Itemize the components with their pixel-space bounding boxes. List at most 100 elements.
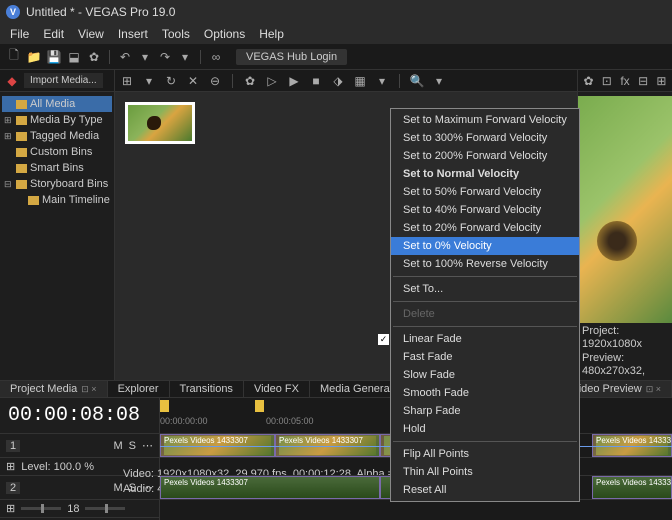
main-toolbar: 🗋 📁 💾 ⬓ ✿ ↶ ▾ ↷ ▾ ∞ VEGAS Hub Login — [0, 44, 672, 70]
ctx-smooth-fade[interactable]: Smooth Fade — [391, 384, 579, 402]
tab-video-fx[interactable]: Video FX — [244, 381, 310, 397]
expand-icon[interactable]: ⊞ — [4, 131, 13, 142]
ctx-linear-fade[interactable]: Linear Fade — [391, 330, 579, 348]
chevron-down-icon[interactable]: ▾ — [141, 73, 157, 89]
track-number: 2 — [6, 482, 20, 494]
ctx-sharp-fade[interactable]: Sharp Fade — [391, 402, 579, 420]
marker[interactable] — [160, 400, 169, 412]
ctx-300-forward[interactable]: Set to 300% Forward Velocity — [391, 129, 579, 147]
close-icon[interactable]: ⊡ × — [646, 384, 661, 395]
more-icon[interactable]: ⋯ — [142, 439, 153, 452]
timecode-display[interactable]: 00:00:08:08 — [0, 398, 159, 434]
video-track-header[interactable]: 1 M S ⋯ — [0, 434, 159, 458]
tree-storyboard-bins[interactable]: ⊟Storyboard Bins — [2, 176, 112, 192]
settings-icon[interactable]: ✿ — [582, 73, 595, 89]
render-icon[interactable]: ⬓ — [66, 49, 82, 65]
ctx-set-to[interactable]: Set To... — [391, 280, 579, 298]
save-icon[interactable]: 💾 — [46, 49, 62, 65]
collapse-icon[interactable]: ⊟ — [4, 179, 13, 190]
menu-file[interactable]: File — [4, 25, 35, 43]
expand-icon[interactable]: ⊞ — [6, 502, 15, 515]
ctx-20-forward[interactable]: Set to 20% Forward Velocity — [391, 219, 579, 237]
fx-icon[interactable]: ⬗ — [330, 73, 346, 89]
project-tree-panel: ◆ Import Media... All Media ⊞Media By Ty… — [0, 70, 115, 380]
checkbox-icon[interactable]: ✓ — [378, 334, 389, 345]
split-icon[interactable]: ⊟ — [637, 73, 650, 89]
ctx-fast-fade[interactable]: Fast Fade — [391, 348, 579, 366]
grid-icon[interactable]: ⊞ — [119, 73, 135, 89]
import-media-button[interactable]: Import Media... — [24, 73, 103, 88]
overlay-icon[interactable]: ⊞ — [655, 73, 668, 89]
ctx-reset-all[interactable]: Reset All — [391, 481, 579, 499]
mute-button[interactable]: M — [113, 440, 122, 452]
media-thumbnail[interactable] — [125, 102, 195, 144]
menu-edit[interactable]: Edit — [37, 25, 70, 43]
ctx-thin-all[interactable]: Thin All Points — [391, 463, 579, 481]
ctx-normal[interactable]: Set to Normal Velocity — [391, 165, 579, 183]
ctx-50-forward[interactable]: Set to 50% Forward Velocity — [391, 183, 579, 201]
menu-help[interactable]: Help — [253, 25, 290, 43]
remove-icon[interactable]: ⊖ — [207, 73, 223, 89]
properties-icon[interactable]: ✿ — [86, 49, 102, 65]
chevron-down-icon[interactable]: ▾ — [431, 73, 447, 89]
new-icon[interactable]: 🗋 — [6, 49, 22, 65]
refresh-icon[interactable]: ↻ — [163, 73, 179, 89]
tree-main-timeline[interactable]: Main Timeline — [2, 192, 112, 208]
menu-insert[interactable]: Insert — [112, 25, 154, 43]
pan-slider[interactable] — [85, 507, 125, 510]
display-icon[interactable]: ⊡ — [600, 73, 613, 89]
tab-project-media[interactable]: Project Media⊡ × — [0, 381, 108, 397]
marker[interactable] — [255, 400, 264, 412]
menu-options[interactable]: Options — [198, 25, 251, 43]
db-value: 18 — [67, 503, 79, 515]
ctx-max-forward[interactable]: Set to Maximum Forward Velocity — [391, 111, 579, 129]
chevron-down-icon[interactable]: ▾ — [374, 73, 390, 89]
ctx-200-forward[interactable]: Set to 200% Forward Velocity — [391, 147, 579, 165]
chevron-down-icon[interactable]: ▾ — [177, 49, 193, 65]
expand-icon[interactable]: ⊞ — [6, 460, 15, 473]
solo-button[interactable]: S — [129, 440, 136, 452]
tree-tagged-media[interactable]: ⊞Tagged Media — [2, 128, 112, 144]
play-icon[interactable]: ▶ — [286, 73, 302, 89]
clip-name: Pexels Videos 1433307 — [596, 478, 672, 487]
fx-icon[interactable]: fx — [618, 73, 631, 89]
gear-icon[interactable]: ✿ — [242, 73, 258, 89]
ctx-hold[interactable]: Hold — [391, 420, 579, 438]
link-icon[interactable]: ∞ — [208, 49, 224, 65]
search-icon[interactable]: 🔍 — [409, 73, 425, 89]
tab-transitions[interactable]: Transitions — [170, 381, 244, 397]
video-preview[interactable] — [578, 96, 672, 323]
tab-label: Video FX — [254, 383, 299, 395]
redo-icon[interactable]: ↷ — [157, 49, 173, 65]
open-icon[interactable]: 📁 — [26, 49, 42, 65]
tree-smart-bins[interactable]: Smart Bins — [2, 160, 112, 176]
media-tree: All Media ⊞Media By Type ⊞Tagged Media C… — [0, 92, 114, 212]
view-icon[interactable]: ▦ — [352, 73, 368, 89]
stop-icon[interactable]: ■ — [308, 73, 324, 89]
ctx-0-velocity[interactable]: Set to 0% Velocity — [391, 237, 579, 255]
separator — [232, 74, 233, 88]
go-icon[interactable]: ▷ — [264, 73, 280, 89]
tree-all-media[interactable]: All Media — [2, 96, 112, 112]
clip-name: Pexels Videos 1433307 — [164, 478, 248, 487]
menu-view[interactable]: View — [72, 25, 110, 43]
tab-explorer[interactable]: Explorer — [108, 381, 170, 397]
audio-clip[interactable]: Pexels Videos 1433307 — [160, 476, 380, 499]
ctx-slow-fade[interactable]: Slow Fade — [391, 366, 579, 384]
ctx-flip-all[interactable]: Flip All Points — [391, 445, 579, 463]
audio-clip[interactable]: Pexels Videos 1433307 — [592, 476, 672, 499]
separator — [393, 301, 577, 302]
folder-icon — [16, 180, 27, 189]
ctx-40-forward[interactable]: Set to 40% Forward Velocity — [391, 201, 579, 219]
volume-slider[interactable] — [21, 507, 61, 510]
hub-login-button[interactable]: VEGAS Hub Login — [236, 49, 347, 65]
tree-media-by-type[interactable]: ⊞Media By Type — [2, 112, 112, 128]
close-icon[interactable]: ✕ — [185, 73, 201, 89]
tree-custom-bins[interactable]: Custom Bins — [2, 144, 112, 160]
close-icon[interactable]: ⊡ × — [81, 384, 96, 395]
chevron-down-icon[interactable]: ▾ — [137, 49, 153, 65]
expand-icon[interactable]: ⊞ — [4, 115, 13, 126]
menu-tools[interactable]: Tools — [156, 25, 196, 43]
undo-icon[interactable]: ↶ — [117, 49, 133, 65]
ctx-100-reverse[interactable]: Set to 100% Reverse Velocity — [391, 255, 579, 273]
